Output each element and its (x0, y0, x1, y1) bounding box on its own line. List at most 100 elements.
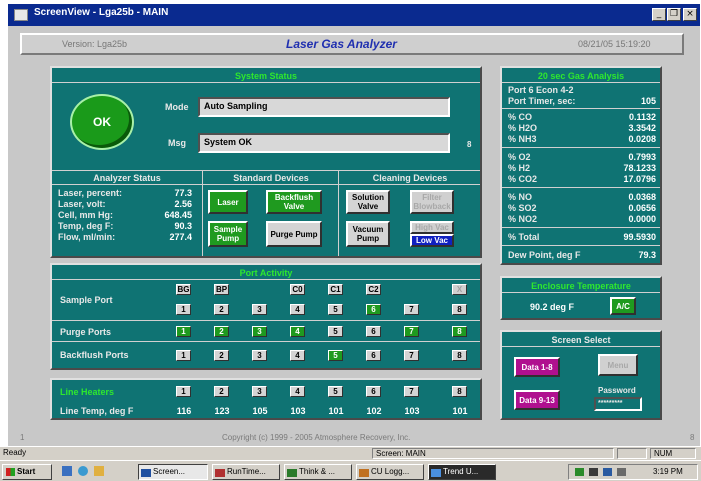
sample-port-8[interactable]: 8 (452, 304, 467, 315)
task-cu-logger[interactable]: CU Logg... (356, 464, 424, 480)
desktop-icon[interactable] (62, 466, 72, 476)
task-screenview[interactable]: Screen... (138, 464, 208, 480)
cell-pressure-label: Cell, mm Hg: (58, 210, 114, 220)
taskbar: Start Screen... RunTime... Think & ... C… (0, 460, 701, 481)
password-field[interactable]: ********* (594, 397, 642, 411)
sample-port-3[interactable]: 3 (252, 304, 267, 315)
vacuum-pump-button[interactable]: Vacuum Pump (346, 221, 390, 247)
task-label: Think & ... (299, 467, 336, 476)
backflush-port-8[interactable]: 8 (452, 350, 467, 361)
divider (502, 292, 660, 293)
sample-port-1[interactable]: 1 (176, 304, 191, 315)
backflush-port-4[interactable]: 4 (290, 350, 305, 361)
network-icon[interactable] (575, 468, 584, 476)
co2-label: % CO2 (508, 174, 538, 184)
heater-3-button[interactable]: 3 (252, 386, 267, 397)
task-trend[interactable]: Trend U... (428, 464, 496, 480)
sample-port-7[interactable]: 7 (404, 304, 419, 315)
copyright-text: Copyright (c) 1999 - 2005 Atmosphere Rec… (222, 433, 411, 442)
purge-port-3[interactable]: 3 (252, 326, 267, 337)
sample-c1-button[interactable]: C1 (328, 284, 343, 295)
sample-c2-button[interactable]: C2 (366, 284, 381, 295)
purge-port-8[interactable]: 8 (452, 326, 467, 337)
nh3-value: 0.0208 (628, 134, 656, 144)
divider (502, 108, 660, 109)
sample-port-6[interactable]: 6 (366, 304, 381, 315)
filter-blowback-button[interactable]: Filter Blowback (410, 190, 454, 214)
purge-port-6[interactable]: 6 (366, 326, 381, 337)
line-heaters-panel: Line Heaters Line Temp, deg F 1 2 3 4 5 … (50, 378, 482, 420)
divider (502, 227, 660, 228)
backflush-port-5[interactable]: 5 (328, 350, 343, 361)
co2-value: 17.0796 (623, 174, 656, 184)
sample-port-5[interactable]: 5 (328, 304, 343, 315)
backflush-valve-button[interactable]: Backflush Valve (266, 190, 322, 214)
divider (52, 170, 480, 171)
backflush-port-2[interactable]: 2 (214, 350, 229, 361)
close-icon[interactable]: × (683, 8, 697, 21)
heater-4-button[interactable]: 4 (290, 386, 305, 397)
data-1-8-button[interactable]: Data 1-8 (514, 357, 560, 377)
app-icon (14, 9, 28, 21)
heater-6-button[interactable]: 6 (366, 386, 381, 397)
sample-x-button[interactable]: X (452, 284, 467, 295)
solution-valve-button[interactable]: Solution Valve (346, 190, 390, 214)
folder-icon[interactable] (94, 466, 104, 476)
sample-bp-button[interactable]: BP (214, 284, 229, 295)
screenview-icon (141, 469, 151, 477)
backflush-port-1[interactable]: 1 (176, 350, 191, 361)
sample-c0-button[interactable]: C0 (290, 284, 305, 295)
tray-app-icon[interactable] (617, 468, 626, 476)
windows-logo-icon (6, 468, 15, 476)
high-vac-button[interactable]: High Vac (410, 221, 454, 234)
window-title-bar[interactable]: ScreenView - Lga25b - MAIN _ ❐ × (8, 4, 700, 26)
tray-app-icon[interactable] (603, 468, 612, 476)
heater-7-button[interactable]: 7 (404, 386, 419, 397)
purge-port-1[interactable]: 1 (176, 326, 191, 337)
task-think[interactable]: Think & ... (284, 464, 352, 480)
heater-1-temp: 116 (176, 406, 192, 416)
purge-port-2[interactable]: 2 (214, 326, 229, 337)
start-label: Start (17, 467, 36, 476)
dew-point-label: Dew Point, deg F (508, 250, 581, 260)
laser-percent-label: Laser, percent: (58, 188, 123, 198)
purge-pump-button[interactable]: Purge Pump (266, 221, 322, 247)
temp-label: Temp, deg F: (58, 221, 114, 231)
sample-port-2[interactable]: 2 (214, 304, 229, 315)
data-9-13-button[interactable]: Data 9-13 (514, 390, 560, 410)
heater-1-button[interactable]: 1 (176, 386, 191, 397)
gas-analysis-title: 20 sec Gas Analysis (537, 71, 625, 81)
start-button[interactable]: Start (2, 464, 52, 480)
laser-percent-value: 77.3 (174, 188, 192, 198)
menu-button[interactable]: Menu (598, 354, 638, 376)
total-value: 99.5930 (623, 232, 656, 242)
heater-5-button[interactable]: 5 (328, 386, 343, 397)
browser-icon[interactable] (78, 466, 88, 476)
sample-bg-button[interactable]: BG (176, 284, 191, 295)
divider (52, 320, 480, 321)
purge-port-5[interactable]: 5 (328, 326, 343, 337)
backflush-port-3[interactable]: 3 (252, 350, 267, 361)
ac-button[interactable]: A/C (610, 297, 636, 315)
clock: 3:19 PM (653, 467, 683, 476)
sample-pump-button[interactable]: Sample Pump (208, 221, 248, 247)
backflush-port-7[interactable]: 7 (404, 350, 419, 361)
minimize-icon[interactable]: _ (652, 8, 666, 21)
heater-8-button[interactable]: 8 (452, 386, 467, 397)
divider (502, 82, 660, 83)
sample-port-4[interactable]: 4 (290, 304, 305, 315)
ok-text: OK (93, 115, 111, 129)
heater-2-button[interactable]: 2 (214, 386, 229, 397)
laser-button[interactable]: Laser (208, 190, 248, 214)
task-runtime[interactable]: RunTime... (212, 464, 280, 480)
restore-icon[interactable]: ❐ (667, 8, 681, 21)
backflush-port-6[interactable]: 6 (366, 350, 381, 361)
purge-port-7[interactable]: 7 (404, 326, 419, 337)
purge-port-4[interactable]: 4 (290, 326, 305, 337)
system-status-title: System Status (234, 71, 298, 81)
volume-icon[interactable] (589, 468, 598, 476)
temp-value: 90.3 (174, 221, 192, 231)
so2-value: 0.0656 (628, 203, 656, 213)
low-vac-button[interactable]: Low Vac (410, 234, 454, 247)
num-status: NUM (650, 448, 696, 459)
